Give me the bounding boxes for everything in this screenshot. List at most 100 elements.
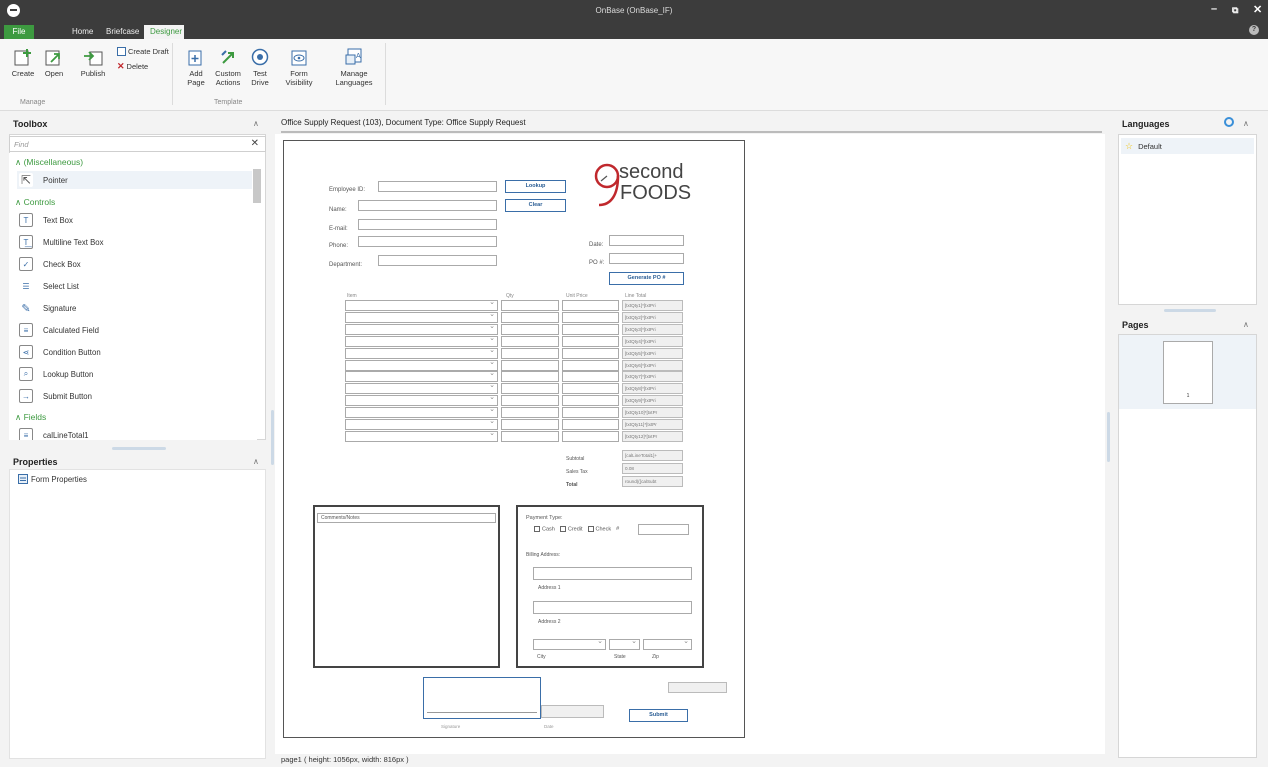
total-field[interactable]: round(([calSubt xyxy=(622,476,683,487)
qty-field[interactable] xyxy=(501,395,559,406)
language-item-default[interactable]: ☆ Default xyxy=(1121,138,1254,154)
generate-po-button[interactable]: Generate PO # xyxy=(609,272,684,285)
toolbox-search-input[interactable]: Find ✕ xyxy=(9,136,266,152)
submit-button[interactable]: Submit xyxy=(629,709,688,722)
toolbox-collapse-icon[interactable]: ∧ xyxy=(253,119,259,128)
qty-field[interactable] xyxy=(501,336,559,347)
toolbox-item-multiline-text-box[interactable]: T͟ Multiline Text Box xyxy=(19,233,104,251)
toolbox-splitter[interactable] xyxy=(112,447,166,450)
item-select[interactable] xyxy=(345,298,498,311)
properties-collapse-icon[interactable]: ∧ xyxy=(253,457,259,466)
form-visibility-button[interactable]: Form Visibility xyxy=(284,47,314,87)
sales-tax-field[interactable]: 0.08 xyxy=(622,463,683,474)
item-select[interactable] xyxy=(345,381,498,394)
category-controls[interactable]: ∧ Controls xyxy=(15,197,55,208)
tab-home[interactable]: Home xyxy=(66,25,99,39)
line-total-field[interactable]: [txtQty10]*[txtPr xyxy=(622,407,683,418)
category-fields[interactable]: ∧ Fields xyxy=(15,412,46,423)
unit-price-field[interactable] xyxy=(562,371,619,382)
comments-box[interactable] xyxy=(313,505,500,668)
qty-field[interactable] xyxy=(501,360,559,371)
toolbox-item-select-list[interactable]: ☰ Select List xyxy=(19,277,79,295)
cash-checkbox[interactable] xyxy=(534,526,540,532)
line-total-field[interactable]: [txtQty2]*[txtPri xyxy=(622,312,683,323)
settings-gear-icon[interactable] xyxy=(1224,117,1234,127)
tab-file[interactable]: File xyxy=(4,25,34,39)
languages-splitter[interactable] xyxy=(1164,309,1216,312)
line-total-field[interactable]: [txtQty6]*[txtPri xyxy=(622,360,683,371)
item-select[interactable] xyxy=(345,429,498,442)
qty-field[interactable] xyxy=(501,431,559,442)
qty-field[interactable] xyxy=(501,383,559,394)
pages-collapse-icon[interactable]: ∧ xyxy=(1243,320,1249,329)
unit-price-field[interactable] xyxy=(562,431,619,442)
category-miscellaneous[interactable]: ∧ (Miscellaneous) xyxy=(15,157,83,168)
item-select[interactable] xyxy=(345,393,498,406)
help-icon[interactable]: ? xyxy=(1249,25,1259,35)
state-select[interactable] xyxy=(609,637,640,650)
test-drive-button[interactable]: Test Drive xyxy=(248,47,272,87)
item-select[interactable] xyxy=(345,405,498,418)
toolbox-scrollbar[interactable] xyxy=(251,155,263,438)
unit-price-field[interactable] xyxy=(562,348,619,359)
open-button[interactable]: Open xyxy=(40,47,68,78)
unit-price-field[interactable] xyxy=(562,324,619,335)
zip-select[interactable] xyxy=(643,637,692,650)
lookup-button[interactable]: Lookup xyxy=(505,180,566,193)
signature-date-field[interactable] xyxy=(541,705,604,718)
check-number-field[interactable] xyxy=(638,524,689,535)
hidden-field[interactable] xyxy=(668,682,727,693)
toolbox-item-calculated-field[interactable]: ≡ Calculated Field xyxy=(19,321,99,339)
left-panel-splitter[interactable] xyxy=(271,410,274,465)
po-field[interactable] xyxy=(609,253,684,264)
line-total-field[interactable]: [txtQty12]*[txtPr xyxy=(622,431,683,442)
item-select[interactable] xyxy=(345,322,498,335)
item-select[interactable] xyxy=(345,369,498,382)
qty-field[interactable] xyxy=(501,312,559,323)
item-select[interactable] xyxy=(345,417,498,430)
unit-price-field[interactable] xyxy=(562,300,619,311)
manage-languages-button[interactable]: A Manage Languages xyxy=(331,47,377,87)
toolbox-item-signature[interactable]: ✎ Signature xyxy=(19,299,76,317)
credit-option[interactable]: Credit xyxy=(559,526,583,532)
custom-actions-button[interactable]: Custom Actions xyxy=(213,47,243,87)
line-total-field[interactable]: [txtQty1]*[txtPri xyxy=(622,300,683,311)
toolbox-item-condition-button[interactable]: ⋖ Condition Button xyxy=(19,343,101,361)
qty-field[interactable] xyxy=(501,348,559,359)
toolbox-item-submit-button[interactable]: → Submit Button xyxy=(19,387,92,405)
line-total-field[interactable]: [txtQty3]*[txtPri xyxy=(622,324,683,335)
unit-price-field[interactable] xyxy=(562,407,619,418)
toolbox-item-text-box[interactable]: T Text Box xyxy=(19,211,73,229)
unit-price-field[interactable] xyxy=(562,395,619,406)
form-properties-item[interactable]: Form Properties xyxy=(18,474,87,484)
minimize-icon[interactable]: – xyxy=(1211,3,1217,15)
phone-field[interactable] xyxy=(358,236,497,247)
department-field[interactable] xyxy=(378,255,497,266)
tab-briefcase[interactable]: Briefcase xyxy=(100,25,145,39)
item-select[interactable] xyxy=(345,310,498,323)
date-field[interactable] xyxy=(609,235,684,246)
item-select[interactable] xyxy=(345,334,498,347)
check-option[interactable]: Check xyxy=(587,526,611,532)
unit-price-field[interactable] xyxy=(562,312,619,323)
city-select[interactable] xyxy=(533,637,606,650)
cash-option[interactable]: Cash xyxy=(534,526,555,532)
languages-collapse-icon[interactable]: ∧ xyxy=(1243,119,1249,128)
unit-price-field[interactable] xyxy=(562,336,619,347)
email-field[interactable] xyxy=(358,219,497,230)
create-draft-button[interactable]: Create Draft xyxy=(117,47,169,56)
line-total-field[interactable]: [txtQty7]*[txtPri xyxy=(622,371,683,382)
address2-field[interactable] xyxy=(533,601,692,614)
tab-designer[interactable]: Designer xyxy=(144,25,184,39)
address1-field[interactable] xyxy=(533,567,692,580)
subtotal-field[interactable]: [calLineTotal1]+ xyxy=(622,450,683,461)
toolbox-item-field[interactable]: ≡ calLineTotal1 xyxy=(19,426,89,440)
qty-field[interactable] xyxy=(501,407,559,418)
restore-icon[interactable]: ⧉ xyxy=(1232,5,1238,16)
item-select[interactable] xyxy=(345,346,498,359)
publish-button[interactable]: Publish xyxy=(77,47,109,78)
clear-button[interactable]: Clear xyxy=(505,199,566,212)
line-total-field[interactable]: [txtQty4]*[txtPri xyxy=(622,336,683,347)
toolbox-item-check-box[interactable]: ✓ Check Box xyxy=(19,255,81,273)
name-field[interactable] xyxy=(358,200,497,211)
